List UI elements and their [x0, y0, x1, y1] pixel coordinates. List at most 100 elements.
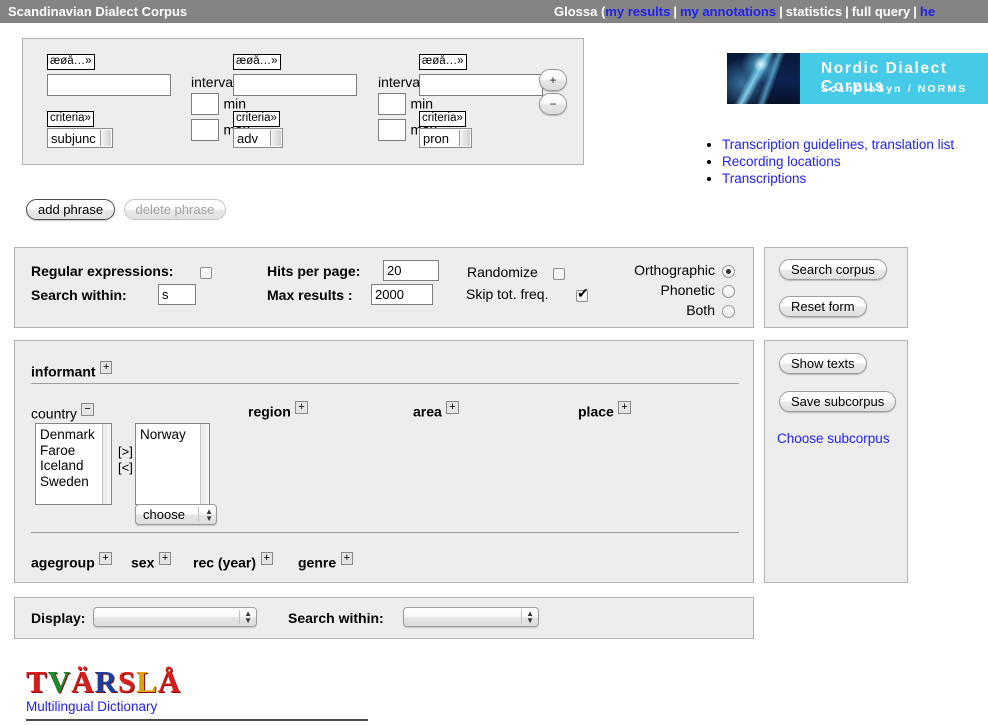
link-transcription-guidelines[interactable]: Transcription guidelines, translation li… — [722, 137, 954, 152]
nav-separator-1: | — [673, 4, 677, 19]
nav-link-full-query[interactable]: full query — [852, 4, 911, 19]
regular-expressions-checkbox[interactable] — [200, 267, 212, 279]
reset-form-button[interactable]: Reset form — [779, 296, 867, 317]
query-word-input-2[interactable] — [233, 74, 357, 96]
special-chars-button-1[interactable]: æøå…» — [47, 54, 95, 70]
move-left-button[interactable]: [<] — [118, 460, 133, 476]
region-label: region — [248, 403, 291, 420]
pos-select-1[interactable]: subjunc — [47, 128, 113, 148]
hits-per-page-input[interactable] — [383, 260, 439, 281]
list-item: Recording locations — [722, 153, 988, 170]
both-label: Both — [686, 302, 715, 318]
country-choose-select[interactable]: choose ▲ ▼ — [135, 504, 217, 525]
max-results-input[interactable] — [371, 284, 433, 305]
add-token-button[interactable]: + — [539, 69, 567, 91]
criteria-button-1[interactable]: criteria» — [47, 111, 94, 127]
rec-year-expand-toggle[interactable]: + — [260, 552, 273, 565]
list-item[interactable]: Sweden — [36, 474, 111, 490]
query-word-input-1[interactable] — [47, 74, 171, 96]
tvarsla-logo-block[interactable]: TVÄRSLÅ Multilingual Dictionary — [26, 665, 181, 714]
informant-divider-top — [31, 383, 739, 384]
randomize-label: Randomize — [467, 264, 538, 280]
criteria-button-3[interactable]: criteria» — [419, 111, 466, 127]
show-texts-button[interactable]: Show texts — [779, 353, 867, 374]
agegroup-label: agegroup — [31, 554, 95, 571]
resource-links: Transcription guidelines, translation li… — [700, 136, 988, 187]
pos-select-thumb-1 — [100, 130, 111, 146]
display-select-separator — [239, 610, 240, 624]
choose-subcorpus-link[interactable]: Choose subcorpus — [777, 431, 890, 446]
special-chars-button-3[interactable]: æøå…» — [419, 54, 467, 70]
app-title: Scandinavian Dialect Corpus — [8, 4, 188, 19]
nav-link-my-results[interactable]: my results — [605, 4, 670, 19]
move-right-button[interactable]: [>] — [118, 444, 133, 460]
special-chars-button-2[interactable]: æøå…» — [233, 54, 281, 70]
chevron-updown-icon: ▲ ▼ — [244, 609, 252, 625]
display-panel: Display: ▲ ▼ Search within: ▲ ▼ — [14, 597, 754, 639]
link-transcriptions[interactable]: Transcriptions — [722, 171, 806, 186]
query-token-3: æøå…» criteria» pron — [419, 51, 543, 148]
country-available-scrollbar[interactable] — [102, 424, 111, 504]
rec-year-label: rec (year) — [193, 554, 257, 571]
country-choose-separator — [198, 507, 199, 522]
country-selected-list[interactable]: Norway — [135, 423, 210, 505]
nav-link-statistics[interactable]: statistics — [786, 4, 842, 19]
display-select[interactable]: ▲ ▼ — [93, 607, 257, 627]
list-item[interactable]: Norway — [136, 427, 209, 443]
nav-link-my-annotations[interactable]: my annotations — [680, 4, 776, 19]
rec-year-group-header: rec (year) + — [193, 552, 273, 572]
genre-group-header: genre + — [298, 552, 354, 572]
area-expand-toggle[interactable]: + — [446, 401, 459, 414]
search-within-input[interactable] — [158, 284, 196, 305]
agegroup-expand-toggle[interactable]: + — [99, 552, 112, 565]
criteria-button-2[interactable]: criteria» — [233, 111, 280, 127]
country-selected-scrollbar[interactable] — [200, 424, 209, 504]
pos-select-3[interactable]: pron — [419, 128, 472, 148]
pos-select-2[interactable]: adv — [233, 128, 283, 148]
list-item[interactable]: Denmark — [36, 427, 111, 443]
query-token-2: æøå…» criteria» adv — [233, 51, 357, 148]
interval-min-input-2[interactable] — [378, 93, 406, 115]
list-item: Transcription guidelines, translation li… — [722, 136, 988, 153]
sex-group-header: sex + — [131, 552, 172, 572]
nav-separator-3: | — [845, 4, 849, 19]
pos-select-thumb-2 — [270, 130, 281, 146]
list-item[interactable]: Faroe — [36, 443, 111, 459]
interval-max-input-2[interactable] — [378, 119, 406, 141]
tvarsla-subtitle[interactable]: Multilingual Dictionary — [26, 699, 181, 714]
region-expand-toggle[interactable]: + — [295, 401, 308, 414]
country-collapse-toggle[interactable]: − — [81, 403, 94, 416]
display-search-within-separator — [521, 610, 522, 624]
country-available-list[interactable]: Denmark Faroe Iceland Sweden — [35, 423, 112, 505]
list-item[interactable]: Iceland — [36, 458, 111, 474]
remove-token-button[interactable]: − — [539, 93, 567, 115]
display-search-within-select[interactable]: ▲ ▼ — [403, 607, 539, 627]
interval-min-input-1[interactable] — [191, 93, 219, 115]
sex-expand-toggle[interactable]: + — [158, 552, 172, 565]
plus-icon: + — [549, 73, 557, 87]
search-corpus-button[interactable]: Search corpus — [779, 259, 887, 280]
place-label: place — [578, 403, 614, 420]
interval-max-input-1[interactable] — [191, 119, 219, 141]
phrase-buttons: add phrase delete phrase — [26, 199, 227, 220]
delete-phrase-button: delete phrase — [123, 199, 227, 220]
orthographic-radio[interactable] — [722, 265, 735, 278]
genre-expand-toggle[interactable]: + — [340, 552, 354, 565]
both-radio[interactable] — [722, 305, 735, 318]
nordic-dialect-corpus-logo[interactable]: Nordic Dialect Corpus ScanDiaSyn / NORMS — [727, 53, 988, 104]
add-phrase-button[interactable]: add phrase — [26, 199, 116, 220]
query-word-input-3[interactable] — [419, 74, 543, 96]
nav-link-help[interactable]: he — [920, 4, 935, 19]
regular-expressions-label: Regular expressions: — [31, 263, 174, 279]
aurora-image — [727, 53, 800, 104]
pos-select-value-1: subjunc — [51, 130, 96, 146]
phonetic-radio[interactable] — [722, 285, 735, 298]
save-subcorpus-button[interactable]: Save subcorpus — [779, 391, 897, 412]
country-move-buttons: [>] [<] — [118, 444, 133, 476]
pos-select-thumb-3 — [459, 130, 470, 146]
search-options-panel: Regular expressions: Search within: Hits… — [14, 247, 754, 328]
tvarsla-letter-a-ring: Å — [157, 664, 182, 699]
informant-expand-toggle[interactable]: + — [100, 361, 113, 374]
place-expand-toggle[interactable]: + — [618, 401, 631, 414]
link-recording-locations[interactable]: Recording locations — [722, 154, 841, 169]
